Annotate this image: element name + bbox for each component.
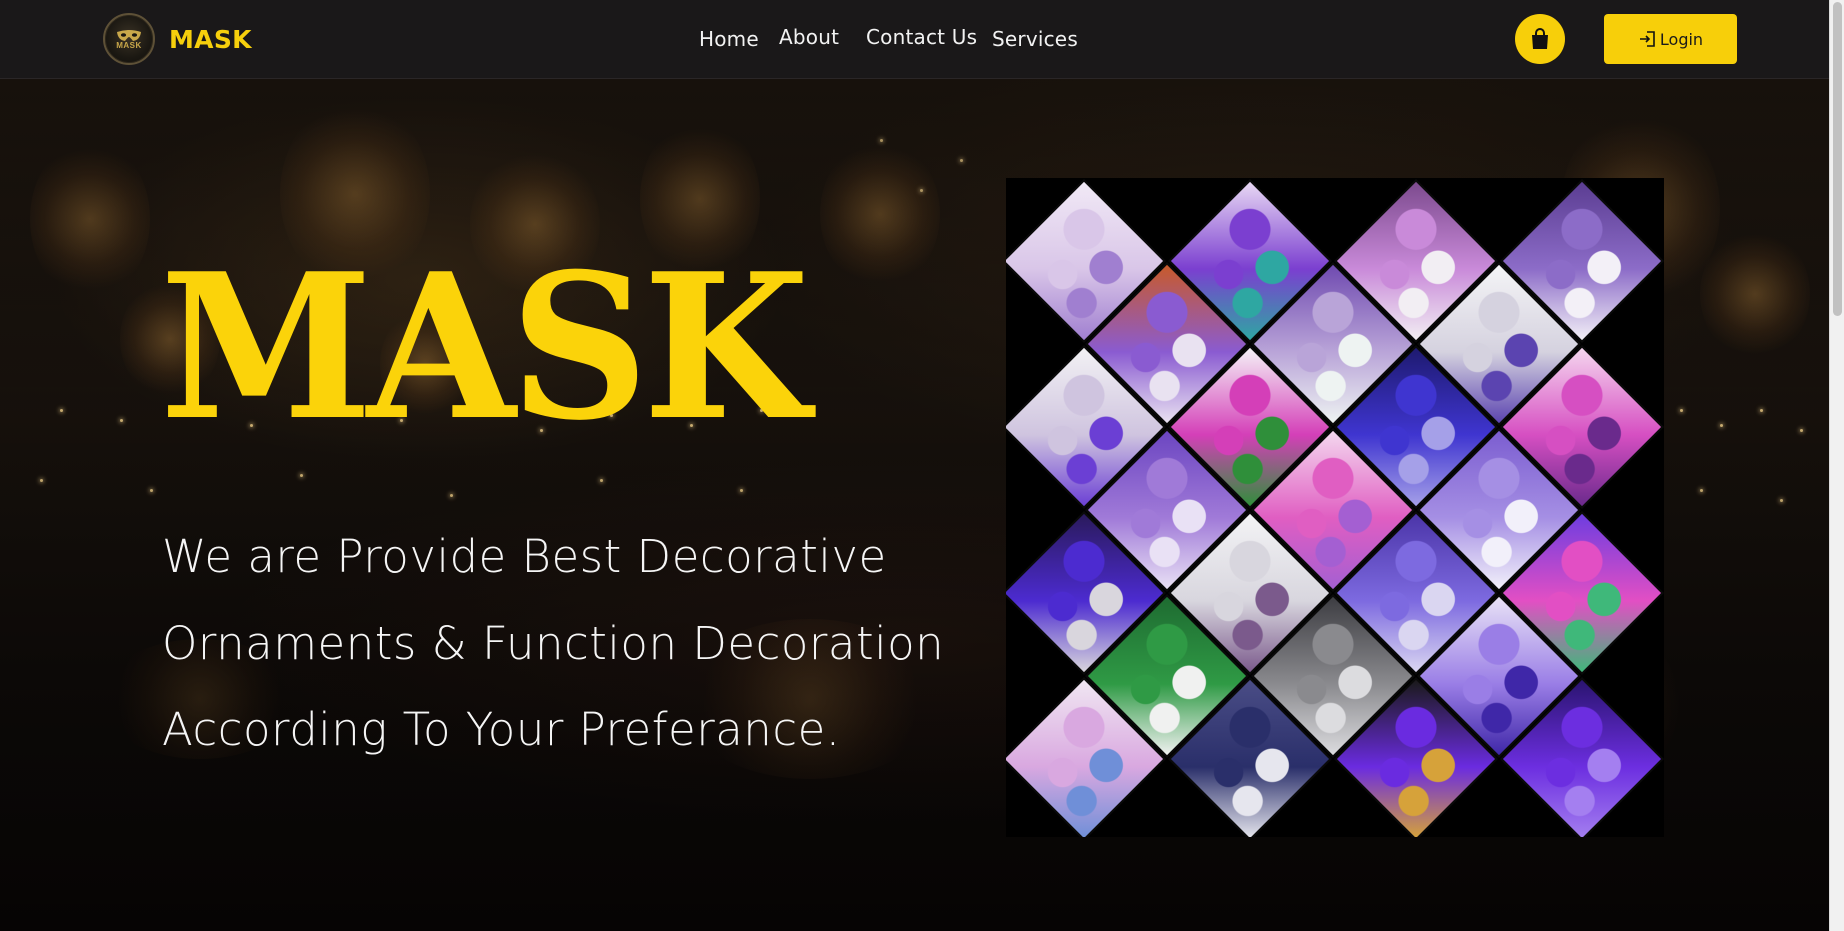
- cart-button[interactable]: [1515, 14, 1565, 64]
- login-arrow-icon: [1639, 31, 1655, 47]
- scrollbar-thumb[interactable]: [1833, 2, 1842, 316]
- shopping-bag-icon: [1532, 28, 1548, 49]
- mask-logo-icon: MASK: [103, 13, 155, 65]
- navbar: MASK MASK Home About Contact Us Services…: [0, 0, 1829, 79]
- page-scrollbar[interactable]: [1829, 0, 1844, 931]
- hero-tagline-line-3: According To Your Preferance.: [162, 703, 841, 756]
- decoration-collage: [1006, 178, 1664, 837]
- hero-title: MASK: [160, 230, 810, 465]
- brand-link[interactable]: MASK MASK: [103, 13, 252, 65]
- nav-home[interactable]: Home: [699, 27, 759, 51]
- nav-services[interactable]: Services: [992, 27, 1078, 51]
- nav-contact-us[interactable]: Contact Us: [866, 25, 977, 49]
- brand-name: MASK: [169, 24, 252, 54]
- login-button[interactable]: Login: [1604, 14, 1737, 64]
- login-label: Login: [1659, 29, 1704, 49]
- nav-about[interactable]: About: [779, 25, 839, 49]
- hero-tagline-line-1: We are Provide Best Decorative: [162, 530, 887, 583]
- hero-tagline-line-2: Ornaments & Function Decoration: [162, 617, 945, 670]
- logo-text: MASK: [116, 40, 142, 50]
